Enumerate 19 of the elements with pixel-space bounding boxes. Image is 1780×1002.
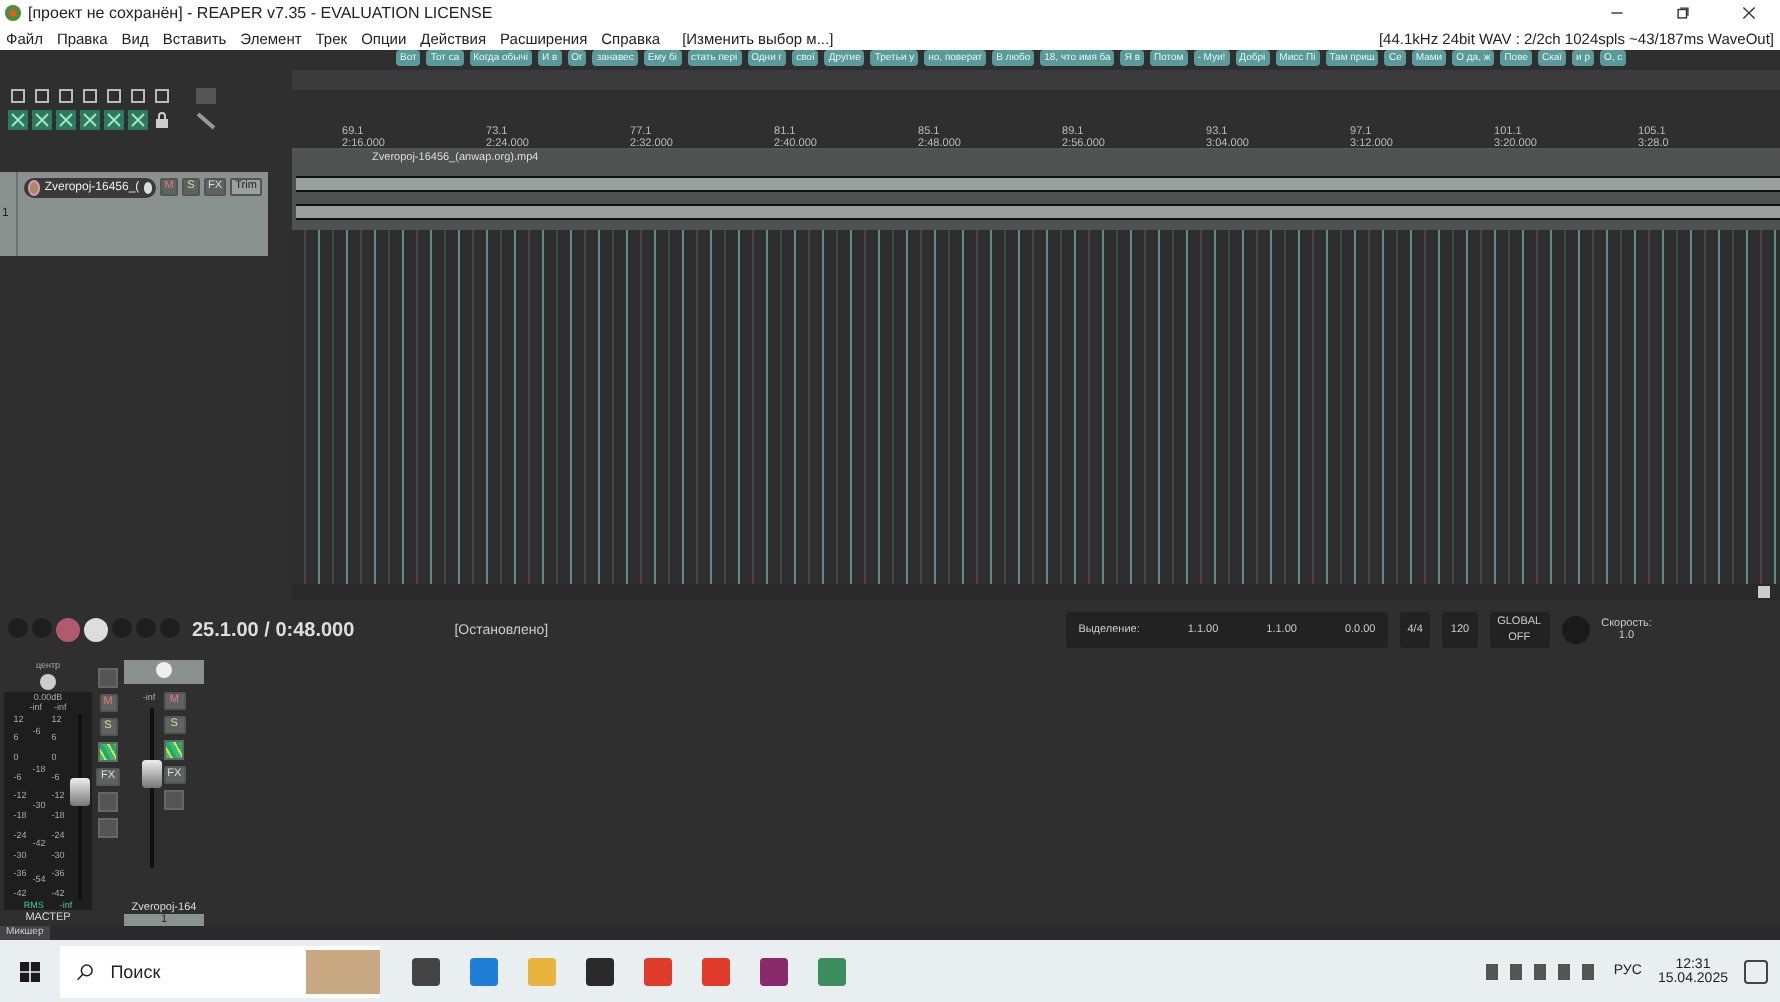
photo-placeholder — [306, 949, 380, 993]
pan-knob[interactable] — [40, 673, 56, 689]
lock-icon[interactable] — [152, 110, 172, 130]
restore-icon[interactable] — [1676, 6, 1690, 20]
close-icon[interactable] — [1742, 6, 1756, 20]
stripes-icon[interactable] — [98, 742, 118, 762]
tray-icons[interactable] — [1485, 963, 1598, 979]
window-title: [проект не сохранён] - REAPER v7.35 - EVALUATION LICENSE — [28, 4, 495, 22]
search-input[interactable]: Поиск — [106, 959, 295, 983]
notification-icon[interactable] — [1744, 959, 1768, 983]
time-display: 25.1.00 / 0:48.000 — [192, 619, 355, 641]
stripes-icon[interactable] — [163, 740, 184, 760]
search-icon — [76, 961, 95, 981]
app-logo-icon — [4, 4, 22, 22]
volume-fader[interactable] — [142, 759, 163, 787]
windows-start-icon[interactable] — [20, 961, 40, 981]
minimize-icon[interactable] — [1610, 6, 1624, 20]
volume-fader[interactable] — [70, 778, 91, 806]
search-field[interactable]: Поиск — [60, 945, 380, 997]
